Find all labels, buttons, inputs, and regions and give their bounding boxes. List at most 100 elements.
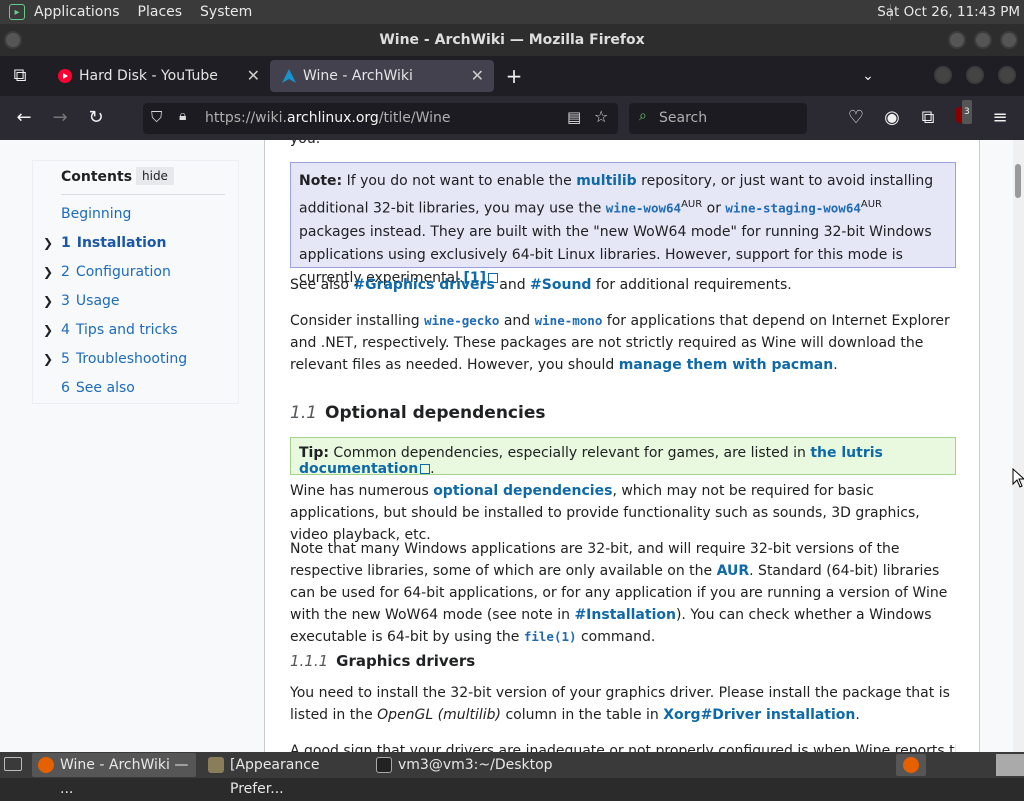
- tab-strip-min-icon[interactable]: [934, 66, 952, 84]
- note-label: Note:: [299, 173, 343, 189]
- search-bar[interactable]: ⌕ Search: [629, 103, 807, 134]
- nav-toolbar: ← → ↻ ⛉ 🔒︎ https://wiki.archlinux.org/ti…: [0, 96, 1024, 140]
- chevron-right-icon[interactable]: ❯: [43, 294, 53, 308]
- close-window-icon[interactable]: [1000, 31, 1018, 49]
- graphics-drivers-link[interactable]: #Graphics drivers: [353, 277, 494, 293]
- minimize-icon[interactable]: [948, 31, 966, 49]
- window-title: Wine - ArchWiki — Mozilla Firefox: [379, 32, 645, 48]
- workspace-firefox-icon[interactable]: [896, 754, 926, 776]
- applications-menu[interactable]: Applications: [34, 4, 120, 20]
- aur-link[interactable]: AUR: [717, 563, 750, 579]
- firefox-icon: [38, 757, 54, 773]
- workspace-switcher[interactable]: [996, 754, 1024, 776]
- tab-archwiki[interactable]: Wine - ArchWiki ✕: [270, 60, 494, 92]
- partial-text-bottom: A good sign that your drivers are inadeq…: [290, 743, 956, 752]
- partial-text-top: you.: [290, 140, 956, 150]
- toc-item-tips[interactable]: 4 Tips and tricks: [61, 322, 178, 338]
- close-tab-icon[interactable]: ✕: [471, 60, 484, 92]
- maximize-icon[interactable]: [974, 31, 992, 49]
- terminal-logo-icon[interactable]: ▸: [9, 4, 25, 20]
- youtube-icon: [58, 69, 72, 83]
- toc-item-installation[interactable]: 1 Installation: [61, 235, 167, 251]
- toc-item-beginning[interactable]: Beginning: [61, 206, 131, 222]
- toc-hide-button[interactable]: hide: [136, 167, 174, 185]
- optional-dependencies-link[interactable]: optional dependencies: [433, 483, 612, 499]
- account-icon[interactable]: ◉: [880, 106, 904, 130]
- sound-link[interactable]: #Sound: [530, 277, 591, 293]
- shield-icon[interactable]: ⛉: [151, 108, 162, 126]
- url-text[interactable]: https://wiki.archlinux.org/title/Wine: [205, 110, 451, 126]
- back-icon[interactable]: ←: [12, 106, 36, 130]
- scrollbar-thumb[interactable]: [1015, 164, 1021, 198]
- chevron-right-icon[interactable]: ❯: [43, 323, 53, 337]
- installation-link[interactable]: #Installation: [574, 607, 676, 623]
- note-32bit-paragraph: Note that many Windows applications are …: [290, 541, 948, 645]
- window-titlebar[interactable]: Wine - ArchWiki — Mozilla Firefox: [0, 24, 1024, 56]
- toc-item-usage[interactable]: 3 Usage: [61, 293, 120, 309]
- wine-mono-link[interactable]: wine-mono: [535, 313, 603, 328]
- reader-view-icon[interactable]: ▤: [567, 108, 581, 126]
- task-firefox[interactable]: Wine - ArchWiki — ...: [32, 753, 196, 797]
- lock-icon[interactable]: 🔒︎: [179, 108, 186, 124]
- tab-list-icon[interactable]: ⧉: [8, 64, 32, 88]
- system-menu[interactable]: System: [200, 4, 252, 20]
- archlinux-icon: [282, 69, 296, 83]
- tab-strip: ⧉ Hard Disk - YouTube ✕ Wine - ArchWiki …: [0, 56, 1024, 96]
- tab-label: Wine - ArchWiki: [303, 68, 413, 84]
- top-panel: ▸ Applications Places System Sat Oct 26,…: [0, 0, 1024, 24]
- url-bar[interactable]: ⛉ 🔒︎ https://wiki.archlinux.org/title/Wi…: [143, 103, 618, 134]
- pocket-icon[interactable]: ♡: [844, 106, 868, 130]
- page-scrollbar[interactable]: [1013, 140, 1024, 752]
- tab-label: Hard Disk - YouTube: [79, 68, 218, 84]
- clock[interactable]: Sat Oct 26, 11:43 PM: [877, 4, 1020, 20]
- multilib-link[interactable]: multilib: [576, 173, 636, 189]
- ublock-icon[interactable]: 3: [952, 100, 976, 130]
- ublock-badge: 3: [962, 100, 972, 124]
- hamburger-menu-icon[interactable]: ≡: [988, 106, 1012, 130]
- new-tab-icon[interactable]: +: [502, 64, 526, 88]
- chevron-right-icon[interactable]: ❯: [43, 265, 53, 279]
- install-32bit-paragraph: You need to install the 32-bit version o…: [290, 685, 950, 723]
- toc-item-troubleshooting[interactable]: 5 Troubleshooting: [61, 351, 187, 367]
- aur-link[interactable]: AUR: [681, 199, 702, 210]
- chevron-right-icon[interactable]: ❯: [43, 352, 53, 366]
- show-desktop-icon[interactable]: [4, 757, 22, 771]
- window-menu-icon[interactable]: [4, 31, 22, 49]
- aur-link[interactable]: AUR: [861, 199, 882, 210]
- table-of-contents: Contents hide Beginning ❯ 1 Installation …: [32, 160, 239, 404]
- extensions-icon[interactable]: ⧉: [916, 106, 940, 130]
- chevron-down-icon[interactable]: ⌄: [856, 64, 880, 88]
- wine-staging-wow64-link[interactable]: wine-staging-wow64: [725, 201, 860, 216]
- article: you. Note: If you do not want to enable …: [264, 140, 980, 752]
- places-menu[interactable]: Places: [138, 4, 183, 20]
- forward-icon[interactable]: →: [48, 106, 72, 130]
- bookmark-star-icon[interactable]: ☆: [594, 107, 608, 126]
- chevron-right-icon[interactable]: ❯: [43, 236, 53, 250]
- close-tab-icon[interactable]: ✕: [247, 60, 260, 92]
- manage-pacman-link[interactable]: manage them with pacman: [619, 357, 834, 373]
- consider-paragraph: Consider installing wine-gecko and wine-…: [290, 313, 950, 373]
- task-appearance[interactable]: [Appearance Prefer...: [202, 753, 366, 797]
- tip-label: Tip:: [299, 445, 329, 461]
- heading-optional-dependencies: 1.1 Optional dependencies: [290, 403, 546, 423]
- toc-item-see-also[interactable]: 6 See also: [61, 380, 135, 396]
- terminal-icon: [376, 757, 392, 773]
- wine-gecko-link[interactable]: wine-gecko: [424, 313, 499, 328]
- xorg-driver-link[interactable]: Xorg#Driver installation: [663, 707, 855, 723]
- search-placeholder: Search: [659, 110, 708, 126]
- tab-strip-max-icon[interactable]: [966, 66, 984, 84]
- heading-graphics-drivers: 1.1.1 Graphics drivers: [290, 652, 476, 670]
- appearance-icon: [208, 757, 224, 773]
- toc-item-configuration[interactable]: 2 Configuration: [61, 264, 171, 280]
- search-icon: ⌕: [639, 108, 647, 124]
- tab-strip-close-icon[interactable]: [998, 66, 1016, 84]
- task-terminal[interactable]: vm3@vm3:~/Desktop: [370, 753, 553, 777]
- toc-divider: [61, 194, 225, 195]
- tab-youtube[interactable]: Hard Disk - YouTube ✕: [46, 60, 270, 92]
- reload-icon[interactable]: ↻: [84, 106, 108, 130]
- note-box: Note: If you do not want to enable the m…: [290, 162, 956, 286]
- external-link-icon: [420, 464, 431, 474]
- wine-wow64-link[interactable]: wine-wow64: [606, 201, 681, 216]
- file-command-link[interactable]: file(1): [524, 629, 577, 644]
- toc-title: Contents: [61, 169, 133, 185]
